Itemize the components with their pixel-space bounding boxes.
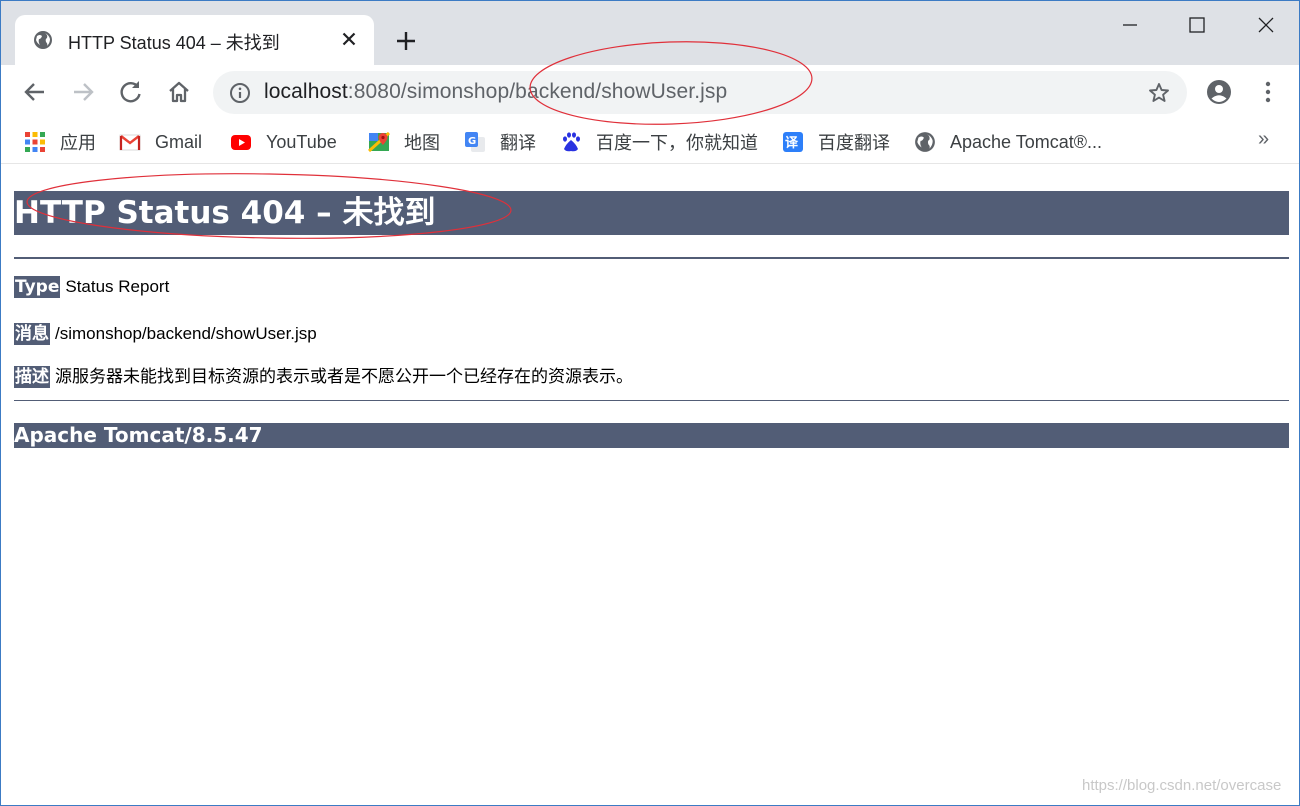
info-icon[interactable]: [229, 82, 251, 104]
description-label: 描述: [14, 366, 50, 388]
server-version: Apache Tomcat/8.5.47: [14, 423, 1289, 448]
bookmark-label: 地图: [404, 133, 440, 153]
globe-icon: [915, 132, 935, 152]
page-content: HTTP Status 404 – 未找到 Type Status Report …: [1, 165, 1299, 805]
address-bar[interactable]: localhost:8080/simonshop/backend/showUse…: [213, 71, 1187, 114]
baidu-icon: [563, 132, 580, 152]
tab-active[interactable]: HTTP Status 404 – 未找到: [15, 15, 374, 65]
menu-kebab-icon[interactable]: [1253, 77, 1283, 107]
type-value: Status Report: [65, 277, 170, 296]
bookmark-star-icon[interactable]: [1147, 81, 1171, 105]
divider: [14, 257, 1289, 259]
bookmark-translate[interactable]: G 翻译: [464, 130, 536, 154]
forward-arrow-icon[interactable]: [68, 77, 98, 107]
tab-strip: HTTP Status 404 – 未找到: [1, 1, 1299, 65]
bookmark-label: 百度一下，你就知道: [596, 133, 758, 153]
minimize-button[interactable]: [1115, 11, 1145, 41]
type-label: Type: [14, 276, 61, 298]
svg-text:G: G: [468, 136, 476, 147]
new-tab-button[interactable]: [393, 28, 419, 54]
bookmarks-bar: 应用 Gmail YouTube 地图 G 翻译 百度一下，你就知道 译 百度翻…: [1, 120, 1299, 164]
watermark: https://blog.csdn.net/overcase: [1082, 777, 1282, 794]
reload-icon[interactable]: [116, 77, 146, 107]
url-host: localhost: [264, 80, 348, 103]
bookmark-label: 百度翻译: [818, 133, 890, 153]
message-value: /simonshop/backend/showUser.jsp: [55, 324, 317, 343]
window-close-button[interactable]: [1251, 11, 1281, 41]
gmail-icon: [119, 134, 141, 151]
maps-icon: [368, 131, 390, 153]
tab-title: HTTP Status 404 – 未找到: [68, 33, 280, 53]
description-row: 描述 源服务器未能找到目标资源的表示或者是不愿公开一个已经存在的资源表示。: [14, 362, 633, 388]
url-path: :8080/simonshop/backend/showUser.jsp: [347, 80, 728, 103]
bookmark-label: 应用: [60, 133, 96, 153]
type-row: Type Status Report: [14, 276, 170, 298]
bookmark-label: YouTube: [266, 131, 337, 152]
profile-avatar-icon[interactable]: [1204, 77, 1234, 107]
message-row: 消息/simonshop/backend/showUser.jsp: [14, 319, 317, 345]
message-label: 消息: [14, 323, 50, 345]
bookmark-baidu[interactable]: 百度一下，你就知道: [560, 130, 758, 154]
globe-icon: [34, 31, 52, 49]
bookmark-label: Apache Tomcat®...: [950, 131, 1103, 152]
bookmarks-overflow-button[interactable]: »: [1258, 128, 1269, 151]
bookmark-tomcat[interactable]: Apache Tomcat®...: [914, 130, 1102, 154]
bookmark-baidu-translate[interactable]: 译 百度翻译: [782, 130, 890, 154]
baidu-translate-icon: 译: [783, 132, 803, 152]
bookmark-youtube[interactable]: YouTube: [230, 130, 337, 154]
bookmark-label: Gmail: [155, 131, 203, 152]
close-icon[interactable]: [337, 27, 361, 51]
page-title: HTTP Status 404 – 未找到: [14, 191, 1289, 235]
bookmark-label: 翻译: [500, 133, 536, 153]
apps-grid-icon: [25, 132, 45, 152]
url-text[interactable]: localhost:8080/simonshop/backend/showUse…: [264, 80, 727, 104]
browser-window: HTTP Status 404 – 未找到 localhost:8080/sim…: [0, 0, 1300, 806]
svg-text:译: 译: [785, 136, 799, 151]
youtube-icon: [231, 135, 251, 150]
bookmark-gmail[interactable]: Gmail: [119, 130, 202, 154]
home-icon[interactable]: [164, 77, 194, 107]
translate-icon: G: [465, 132, 485, 152]
back-arrow-icon[interactable]: [20, 77, 50, 107]
bookmark-apps[interactable]: 应用: [24, 130, 96, 154]
description-value: 源服务器未能找到目标资源的表示或者是不愿公开一个已经存在的资源表示。: [55, 367, 633, 386]
toolbar: localhost:8080/simonshop/backend/showUse…: [1, 65, 1299, 120]
bookmark-maps[interactable]: 地图: [368, 130, 440, 154]
divider: [14, 400, 1289, 401]
maximize-button[interactable]: [1182, 11, 1212, 41]
